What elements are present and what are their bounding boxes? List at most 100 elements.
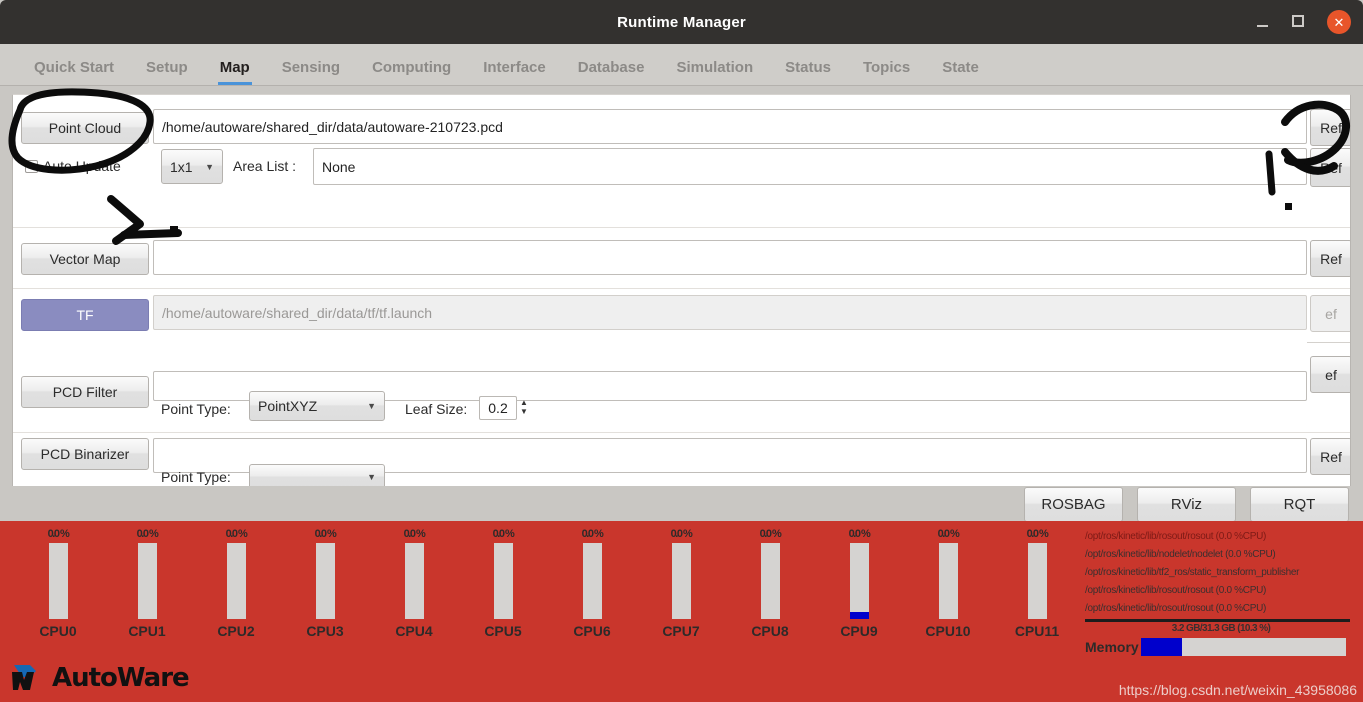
pcd-filter-point-type-value: PointXYZ — [258, 398, 318, 414]
divider — [1307, 342, 1350, 343]
hidden-row-ref-button[interactable]: ef — [1310, 356, 1350, 393]
cpu-meter: 0.0 % CPU11 — [993, 527, 1081, 639]
tab-sensing[interactable]: Sensing — [266, 59, 356, 85]
cpu-name-label: CPU4 — [395, 623, 433, 639]
tf-button[interactable]: TF — [21, 299, 149, 331]
cpu-bar — [315, 543, 335, 619]
status-bar: 0.0 % CPU0 0.0 % CPU1 0.0 % CPU2 0.0 % C… — [0, 521, 1363, 702]
cpu-meter: 0.0 % CPU6 — [548, 527, 636, 639]
cpu-percent-label: 0.0 % — [47, 528, 70, 540]
cpu-bar — [671, 543, 691, 619]
cpu-meter: 0.0 % CPU7 — [637, 527, 725, 639]
cpu-percent-label: 0.0 % — [225, 528, 248, 540]
cpu-bar — [1027, 543, 1047, 619]
autoware-mark-icon — [10, 662, 50, 694]
tab-simulation[interactable]: Simulation — [660, 59, 769, 85]
tab-interface[interactable]: Interface — [467, 59, 562, 85]
cpu-percent-label: 0.0 % — [670, 528, 693, 540]
memory-bar-fill — [1140, 638, 1182, 656]
memory-usage-label: 3.2 GB/31.3 GB (10.3 %) — [1171, 623, 1271, 634]
pcd-binarizer-ref-button[interactable]: Ref — [1310, 438, 1350, 475]
rosbag-button[interactable]: ROSBAG — [1024, 487, 1123, 522]
pcd-binarizer-point-type-select[interactable]: ▼ — [249, 464, 385, 486]
cpu-meter: 0.0 % CPU0 — [14, 527, 102, 639]
cpu-meter: 0.0 % CPU9 — [815, 527, 903, 639]
cpu-meter: 0.0 % CPU1 — [103, 527, 191, 639]
chevron-down-icon: ▼ — [205, 161, 214, 172]
rviz-button[interactable]: RViz — [1137, 487, 1236, 522]
close-icon[interactable]: ✕ — [1327, 10, 1351, 34]
vector-map-button[interactable]: Vector Map — [21, 243, 149, 275]
point-cloud-button[interactable]: Point Cloud — [21, 112, 149, 144]
autoware-wordmark: AutoWare — [52, 663, 190, 693]
vector-map-path-input[interactable] — [153, 240, 1307, 275]
map-panel: Point Cloud /home/autoware/shared_dir/da… — [12, 94, 1351, 486]
cpu-meter: 0.0 % CPU2 — [192, 527, 280, 639]
cpu-name-label: CPU6 — [573, 623, 611, 639]
cpu-percent-label: 0.0 % — [1026, 528, 1049, 540]
log-line: /opt/ros/kinetic/lib/rosout/rosout (0.0 … — [1085, 585, 1267, 596]
cpu-percent-label: 0.0 % — [937, 528, 960, 540]
cpu-name-label: CPU3 — [306, 623, 344, 639]
action-buttons: ROSBAG RViz RQT — [1024, 487, 1349, 522]
grid-size-value: 1x1 — [170, 158, 193, 175]
tab-bar: Quick Start Setup Map Sensing Computing … — [0, 44, 1363, 86]
grid-size-select[interactable]: 1x1 ▼ — [161, 149, 223, 184]
area-list-ref-button[interactable]: Ref — [1310, 148, 1350, 187]
leaf-size-stepper-arrows[interactable]: ▲ ▼ — [520, 399, 528, 417]
rqt-button[interactable]: RQT — [1250, 487, 1349, 522]
area-list-label: Area List : — [233, 158, 297, 174]
tab-topics[interactable]: Topics — [847, 59, 926, 85]
vector-map-ref-button[interactable]: Ref — [1310, 240, 1350, 277]
window-controls: ✕ — [1253, 0, 1351, 44]
pcd-filter-button[interactable]: PCD Filter — [21, 376, 149, 408]
tab-map[interactable]: Map — [204, 59, 266, 85]
tab-quick-start[interactable]: Quick Start — [18, 59, 130, 85]
log-line: /opt/ros/kinetic/lib/rosout/rosout (0.0 … — [1085, 603, 1267, 614]
maximize-icon[interactable] — [1290, 12, 1310, 32]
cpu-name-label: CPU5 — [484, 623, 522, 639]
cpu-bar — [849, 543, 869, 619]
cpu-meter: 0.0 % CPU10 — [904, 527, 992, 639]
cpu-name-label: CPU10 — [925, 623, 971, 639]
point-cloud-path-input[interactable]: /home/autoware/shared_dir/data/autoware-… — [153, 109, 1307, 144]
log-line: /opt/ros/kinetic/lib/nodelet/nodelet (0.… — [1085, 549, 1276, 560]
log-line: /opt/ros/kinetic/lib/tf2_ros/static_tran… — [1085, 567, 1300, 578]
minimize-icon[interactable] — [1253, 12, 1273, 32]
tab-state[interactable]: State — [926, 59, 995, 85]
cpu-name-label: CPU8 — [751, 623, 789, 639]
watermark-text: https://blog.csdn.net/weixin_43958086 — [1118, 682, 1357, 698]
cpu-percent-label: 0.0 % — [759, 528, 782, 540]
window-title: Runtime Manager — [617, 13, 746, 31]
pcd-binarizer-point-type-label: Point Type: — [161, 469, 231, 485]
autoware-logo: AutoWare — [10, 662, 190, 694]
cpu-percent-label: 0.0 % — [848, 528, 871, 540]
cpu-percent-label: 0.0 % — [492, 528, 515, 540]
tab-computing[interactable]: Computing — [356, 59, 467, 85]
cpu-meter: 0.0 % CPU8 — [726, 527, 814, 639]
cpu-name-label: CPU11 — [1014, 623, 1060, 639]
stepper-down-icon[interactable]: ▼ — [520, 408, 528, 417]
memory-label: Memory — [1085, 639, 1139, 655]
tab-setup[interactable]: Setup — [130, 59, 204, 85]
leaf-size-input[interactable]: 0.2 — [479, 396, 517, 420]
cpu-meters: 0.0 % CPU0 0.0 % CPU1 0.0 % CPU2 0.0 % C… — [14, 527, 1074, 657]
tf-ref-button[interactable]: ef — [1310, 295, 1350, 332]
cpu-percent-label: 0.0 % — [314, 528, 337, 540]
process-log: /opt/ros/kinetic/lib/rosout/rosout (0.0 … — [1085, 528, 1357, 618]
cpu-name-label: CPU2 — [217, 623, 255, 639]
chevron-down-icon: ▼ — [367, 401, 376, 411]
tf-path-input[interactable]: /home/autoware/shared_dir/data/tf/tf.lau… — [153, 295, 1307, 330]
leaf-size-stepper[interactable]: 0.2 ▲ ▼ — [479, 396, 528, 420]
tab-database[interactable]: Database — [562, 59, 661, 85]
cpu-bar — [404, 543, 424, 619]
auto-update-checkbox[interactable]: Auto Update — [25, 158, 121, 174]
point-cloud-ref-button[interactable]: Ref — [1310, 109, 1350, 146]
pcd-binarizer-button[interactable]: PCD Binarizer — [21, 438, 149, 470]
cpu-bar — [760, 543, 780, 619]
auto-update-checkbox-box[interactable] — [25, 159, 38, 173]
tab-status[interactable]: Status — [769, 59, 847, 85]
title-bar: Runtime Manager ✕ — [0, 0, 1363, 44]
area-list-input[interactable]: None — [313, 148, 1307, 185]
pcd-filter-point-type-select[interactable]: PointXYZ ▼ — [249, 391, 385, 421]
